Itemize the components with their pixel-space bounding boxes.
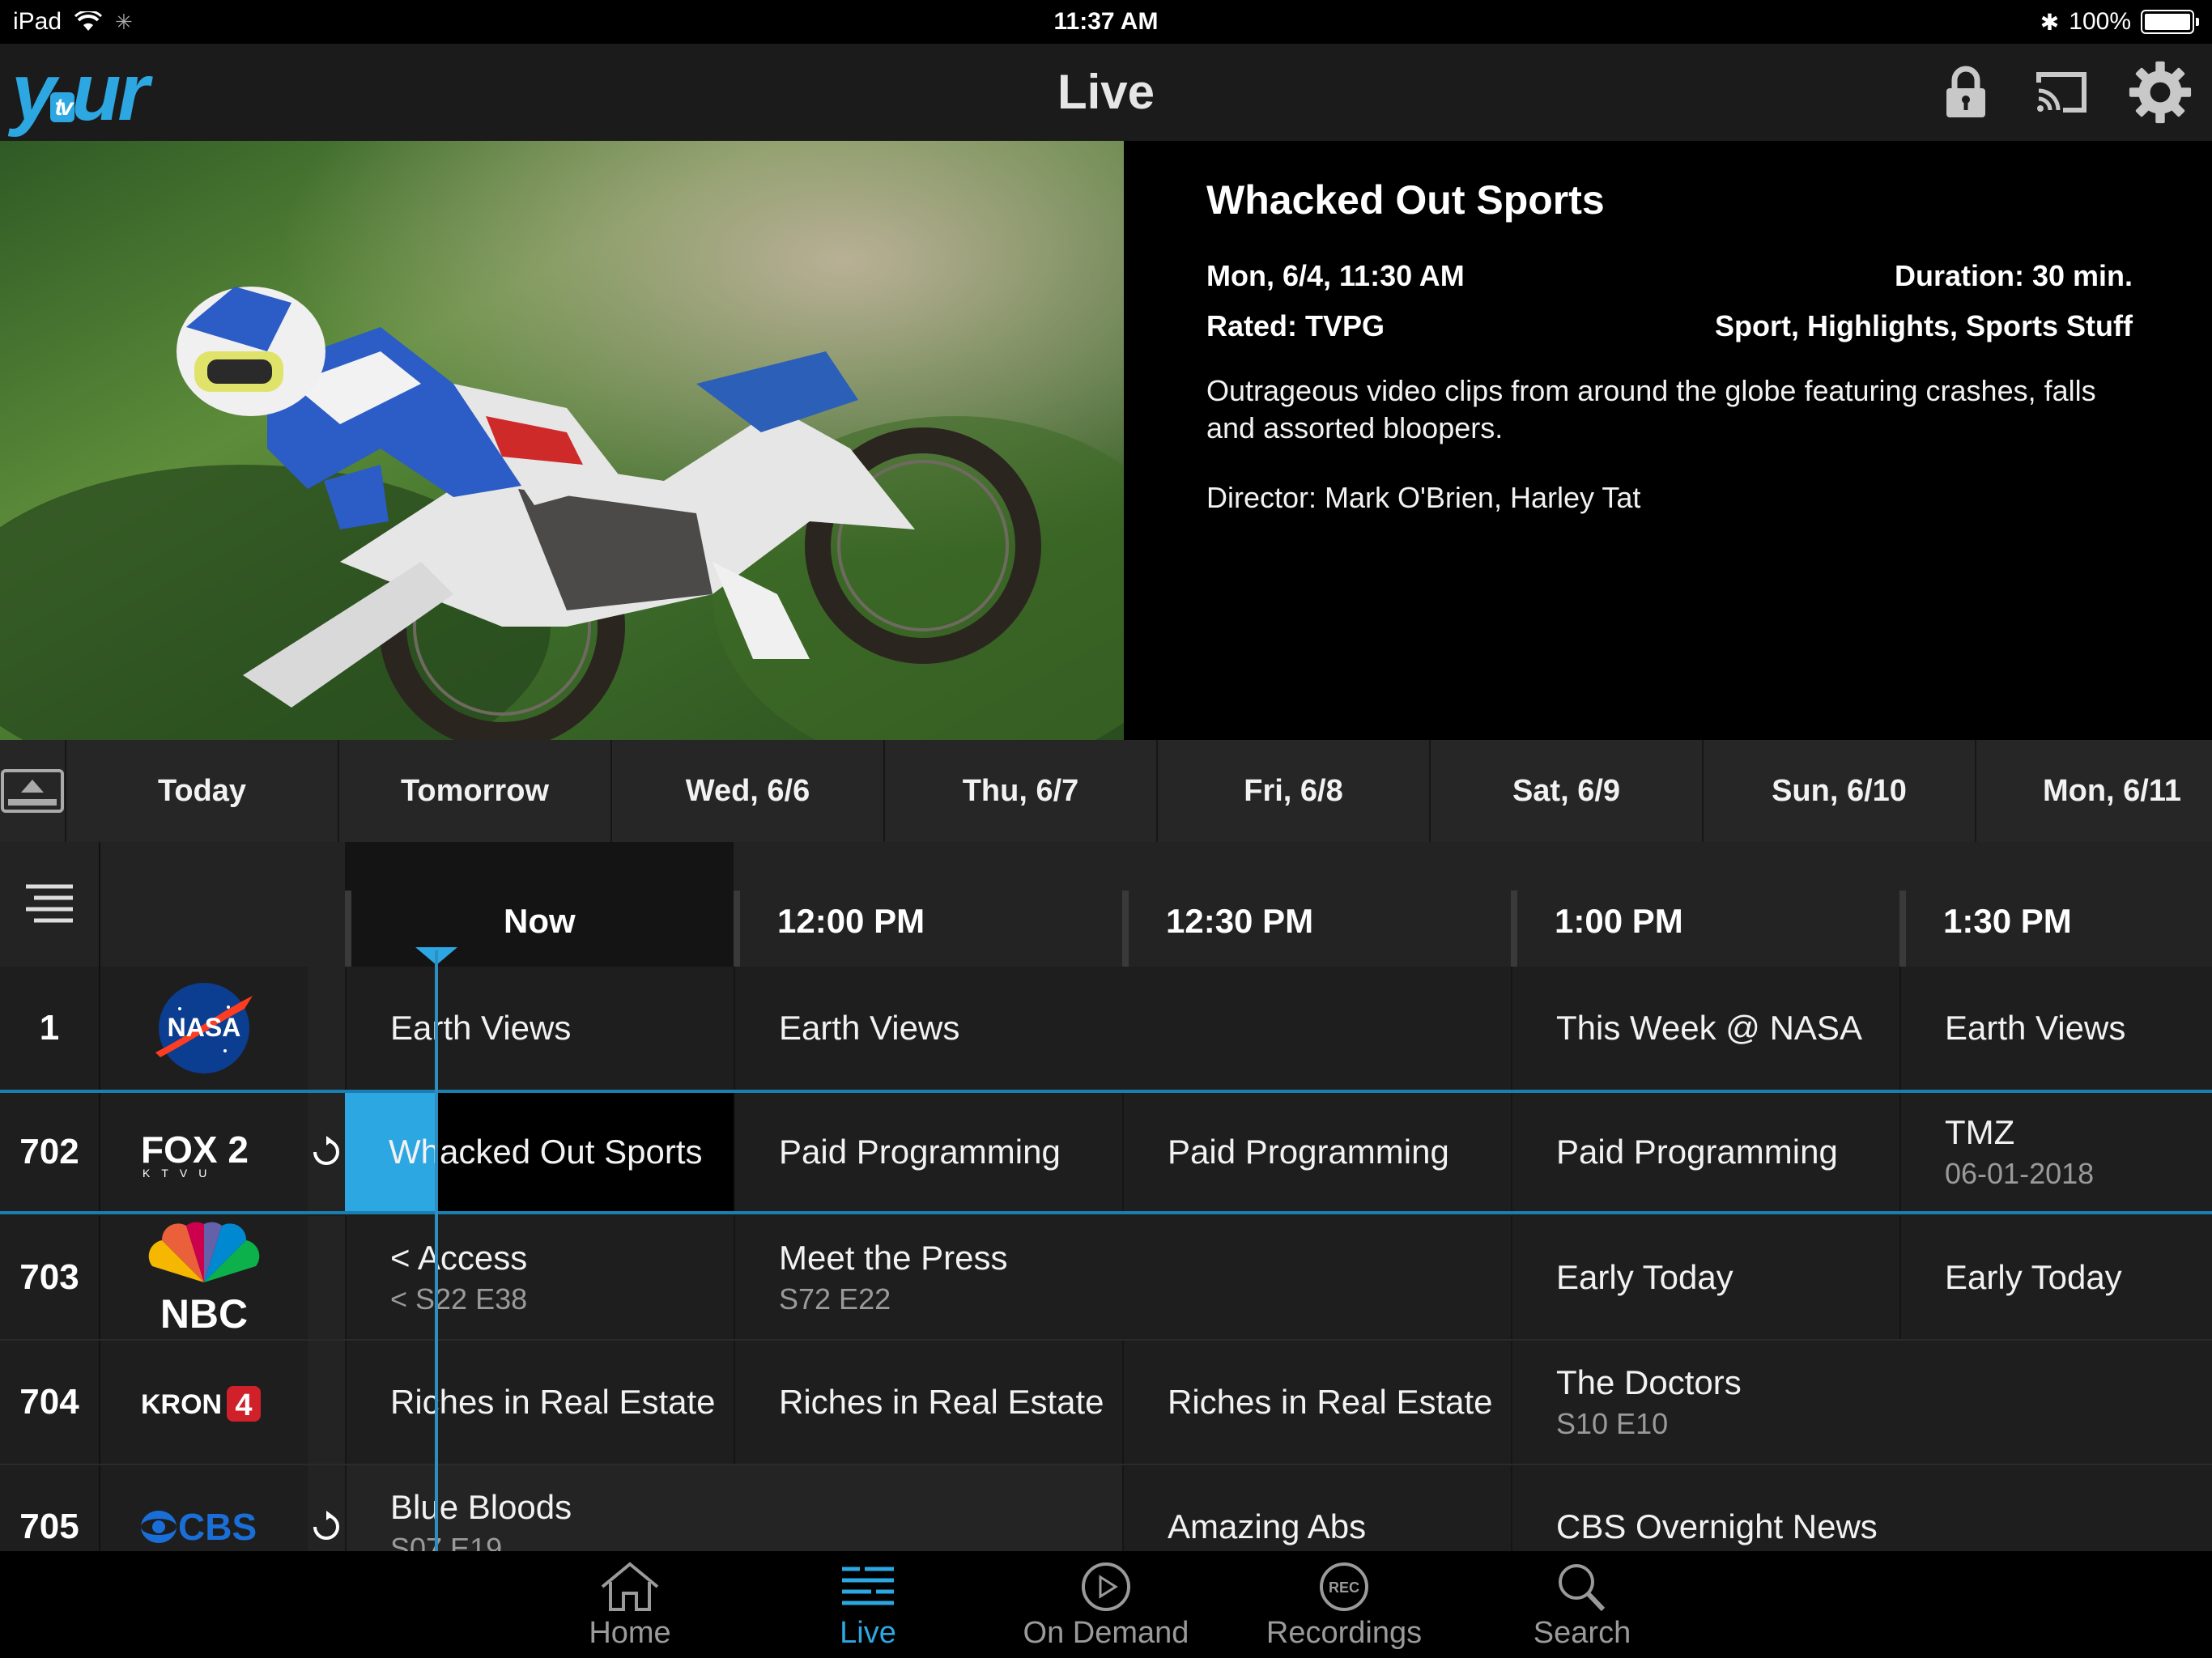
program-cell[interactable]: Earth Views	[734, 967, 1511, 1090]
date-tab[interactable]: Fri, 6/8	[1158, 740, 1431, 842]
channel-row[interactable]: 704 KRON 4 Riches in Real Estate Riches …	[0, 1341, 2212, 1465]
channel-logo-kron4[interactable]: KRON 4	[100, 1341, 308, 1464]
fox2-logo-text: FOX 2	[141, 1129, 249, 1171]
channel-number: 704	[0, 1341, 100, 1464]
cast-icon[interactable]	[2029, 60, 2094, 125]
time-slot: 1:00 PM	[1555, 902, 1683, 940]
channel-logo-cbs[interactable]: CBS	[100, 1465, 308, 1551]
settings-gear-icon[interactable]	[2128, 60, 2193, 125]
nasa-logo-text: NASA	[168, 1013, 241, 1042]
time-slot: 12:00 PM	[777, 902, 925, 940]
date-tab-tomorrow[interactable]: Tomorrow	[339, 740, 612, 842]
home-icon	[601, 1562, 659, 1611]
channel-number: 705	[0, 1465, 100, 1551]
program-cell[interactable]: Meet the Press S72 E22	[734, 1216, 1511, 1339]
program-cell[interactable]: Earth Views	[1899, 967, 2212, 1090]
date-selector: Today Tomorrow Wed, 6/6 Thu, 6/7 Fri, 6/…	[0, 740, 2212, 842]
tab-live[interactable]: Live	[763, 1551, 973, 1658]
program-genres: Sport, Highlights, Sports Stuff	[1715, 309, 2133, 342]
program-cell[interactable]: Early Today	[1511, 1216, 1899, 1339]
channel-number: 1	[0, 967, 100, 1090]
rec-icon: REC	[1320, 1562, 1368, 1611]
channel-row[interactable]: 1 NASA Earth Views Earth Views This Week…	[0, 967, 2212, 1091]
play-icon	[1082, 1562, 1130, 1611]
date-tab[interactable]: Sat, 6/9	[1431, 740, 1704, 842]
svg-text:REC: REC	[1329, 1579, 1359, 1596]
svg-text:KTVU: KTVU	[143, 1167, 218, 1180]
program-cell[interactable]: < Access < S22 E38	[345, 1216, 734, 1339]
program-cell[interactable]: Blue Bloods S07 E19	[345, 1465, 1122, 1551]
time-slot-now: Now	[504, 902, 576, 940]
program-cell[interactable]: Riches in Real Estate	[345, 1341, 734, 1464]
tab-bar: Home Live On Demand REC Recordings Searc…	[0, 1551, 2212, 1658]
program-cell[interactable]: Riches in Real Estate	[1122, 1341, 1511, 1464]
program-guide[interactable]: Now 12:00 PM 12:30 PM 1:00 PM 1:30 PM 1 …	[0, 842, 2212, 1551]
status-time: 11:37 AM	[1053, 8, 1159, 35]
filter-list-icon	[26, 884, 73, 923]
program-rating: Rated: TVPG	[1206, 309, 1385, 342]
channel-number: 703	[0, 1216, 100, 1339]
battery-icon	[2141, 10, 2199, 34]
page-title: Live	[1057, 65, 1155, 119]
channel-logo-nasa[interactable]: NASA	[100, 967, 308, 1090]
search-icon	[1559, 1564, 1606, 1612]
collapse-preview-icon	[1, 769, 64, 813]
date-tab[interactable]: Mon, 6/11	[1976, 740, 2212, 842]
program-title: Whacked Out Sports	[1206, 177, 1605, 223]
program-cell[interactable]: Paid Programming	[734, 1093, 1122, 1211]
tab-recordings[interactable]: REC Recordings	[1239, 1551, 1449, 1658]
svg-text:CBS: CBS	[178, 1506, 257, 1548]
program-thumbnail[interactable]	[0, 141, 1124, 740]
program-cell[interactable]: Early Today	[1899, 1216, 2212, 1339]
tab-home[interactable]: Home	[525, 1551, 735, 1658]
bluetooth-icon: ✱	[2040, 9, 2060, 35]
channel-row-selected[interactable]: 702 FOX 2 KTVU Whacked Out Sports Paid P…	[0, 1090, 2212, 1214]
filter-menu-button[interactable]	[0, 842, 100, 967]
program-cell[interactable]: Earth Views	[345, 967, 734, 1090]
time-slot: 12:30 PM	[1166, 902, 1314, 940]
live-guide-icon	[842, 1567, 894, 1605]
program-detail-panel: Whacked Out Sports Mon, 6/4, 11:30 AM Du…	[1124, 141, 2212, 740]
svg-text:4: 4	[235, 1388, 252, 1422]
program-description: Outrageous video clips from around the g…	[1206, 374, 2096, 444]
channel-logo-fox2[interactable]: FOX 2 KTVU	[100, 1093, 308, 1211]
program-cell[interactable]: Riches in Real Estate	[734, 1341, 1122, 1464]
program-cell[interactable]: Amazing Abs	[1122, 1465, 1511, 1551]
tab-search[interactable]: Search	[1477, 1551, 1687, 1658]
program-cell[interactable]: The Doctors S10 E10	[1511, 1341, 2212, 1464]
parental-lock-icon[interactable]	[1933, 60, 1998, 125]
program-director: Director: Mark O'Brien, Harley Tat	[1206, 481, 1641, 514]
restart-icon[interactable]	[308, 1093, 345, 1211]
date-tab[interactable]: Sun, 6/10	[1704, 740, 1976, 842]
program-cell[interactable]: Paid Programming	[1122, 1093, 1511, 1211]
nav-bar: ytvur Live	[0, 44, 2212, 141]
date-tab[interactable]: Thu, 6/7	[885, 740, 1158, 842]
collapse-preview-button[interactable]	[0, 740, 66, 842]
channel-row[interactable]: 705 CBS Blue Bloods S07 E19 Amazing Abs C…	[0, 1465, 2212, 1551]
time-slot: 1:30 PM	[1943, 902, 2072, 940]
battery-percent: 100%	[2069, 8, 2131, 35]
channel-row[interactable]: 703 NBC < Access < S22 E38 Meet the Press…	[0, 1216, 2212, 1341]
svg-text:KRON: KRON	[141, 1389, 222, 1420]
status-bar: iPad ✳ 11:37 AM ✱ 100%	[0, 0, 2212, 44]
date-tab-today[interactable]: Today	[66, 740, 339, 842]
program-cell-current[interactable]: Whacked Out Sports	[345, 1093, 734, 1211]
tab-on-demand[interactable]: On Demand	[1001, 1551, 1211, 1658]
program-airing-time: Mon, 6/4, 11:30 AM	[1206, 259, 1465, 292]
program-cell[interactable]: This Week @ NASA	[1511, 967, 1899, 1090]
channel-logo-nbc[interactable]: NBC	[100, 1216, 308, 1339]
nbc-logo-text: NBC	[160, 1291, 248, 1334]
program-cell[interactable]: Paid Programming	[1511, 1093, 1899, 1211]
restart-icon[interactable]	[308, 1465, 345, 1551]
now-time-line	[435, 950, 438, 1551]
time-header: Now 12:00 PM 12:30 PM 1:00 PM 1:30 PM	[0, 842, 2212, 967]
program-cell[interactable]: CBS Overnight News	[1511, 1465, 2212, 1551]
program-cell[interactable]: TMZ 06-01-2018	[1899, 1093, 2212, 1211]
date-tab[interactable]: Wed, 6/6	[612, 740, 885, 842]
program-duration: Duration: 30 min.	[1894, 259, 2133, 292]
channel-number: 702	[0, 1093, 100, 1211]
